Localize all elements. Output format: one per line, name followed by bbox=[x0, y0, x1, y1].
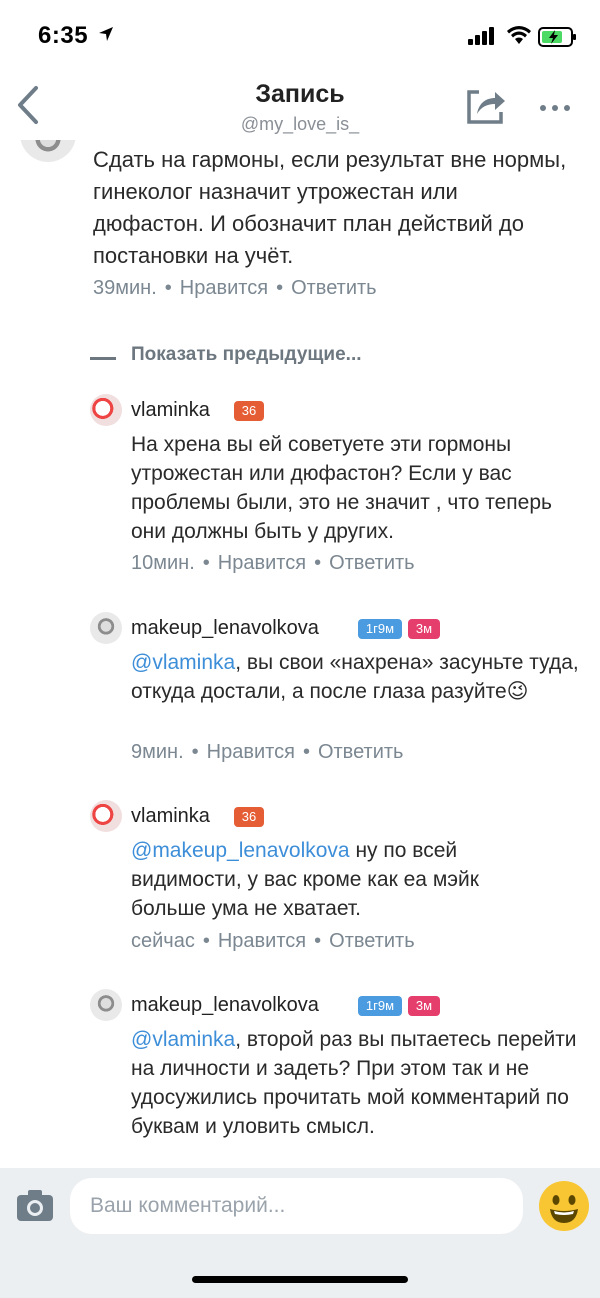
age-badge: 1г9м bbox=[358, 996, 402, 1016]
reply-button[interactable]: Ответить bbox=[329, 930, 415, 952]
nav-bar: Запись @my_love_is_ bbox=[0, 70, 600, 140]
comments-feed[interactable]: Сдать на гармоны, если результат вне нор… bbox=[0, 140, 600, 1168]
like-button[interactable]: Нравится bbox=[207, 741, 295, 763]
like-button[interactable]: Нравится bbox=[218, 552, 306, 574]
comment-text: @vlaminka, вы свои «нахрена» засуньте ту… bbox=[131, 651, 579, 703]
comment-time: 39мин. bbox=[93, 277, 157, 299]
share-icon bbox=[467, 90, 505, 124]
age-badge: 1г9м bbox=[358, 619, 402, 639]
reply-button[interactable]: Ответить bbox=[318, 741, 404, 763]
more-icon bbox=[540, 105, 546, 111]
camera-icon bbox=[17, 1190, 53, 1221]
avatar[interactable] bbox=[90, 394, 122, 426]
avatar[interactable] bbox=[20, 140, 76, 162]
camera-button[interactable] bbox=[16, 1188, 54, 1222]
show-previous-button[interactable]: Показать предыдущие... bbox=[131, 344, 362, 366]
mention-link[interactable]: @vlaminka bbox=[131, 651, 235, 674]
reply-button[interactable]: Ответить bbox=[329, 552, 415, 574]
comment-text: @vlaminka, второй раз вы пытаетесь перей… bbox=[131, 1028, 577, 1138]
share-button[interactable] bbox=[463, 84, 507, 128]
status-time: 6:35 bbox=[38, 22, 89, 49]
home-indicator[interactable] bbox=[192, 1276, 408, 1283]
avatar[interactable] bbox=[90, 612, 122, 644]
rating-badge: 36 bbox=[234, 807, 264, 827]
mention-link[interactable]: @vlaminka bbox=[131, 1028, 235, 1051]
show-previous-dash bbox=[90, 357, 116, 360]
comment-meta: 10мин. • Нравится • Ответить bbox=[131, 552, 415, 574]
more-button[interactable] bbox=[540, 98, 580, 112]
comment-text: На хрена вы ей советуете эти гормоны утр… bbox=[131, 433, 552, 543]
comment-text: @makeup_lenavolkova ну по всей видимости… bbox=[131, 839, 479, 920]
signal-icon bbox=[468, 27, 494, 45]
page-title: Запись bbox=[255, 80, 345, 108]
comment-meta: 9мин. • Нравится • Ответить bbox=[131, 741, 404, 763]
comment-compose-bar bbox=[0, 1168, 600, 1298]
location-arrow-icon bbox=[99, 27, 113, 41]
comment-meta: сейчас • Нравится • Ответить bbox=[131, 930, 415, 952]
like-button[interactable]: Нравится bbox=[218, 930, 306, 952]
mention-link[interactable]: @makeup_lenavolkova bbox=[131, 839, 350, 862]
comment-time: 9мин. bbox=[131, 741, 184, 763]
comment-username[interactable]: vlaminka bbox=[131, 805, 210, 828]
emoji-icon bbox=[539, 1181, 589, 1231]
status-badge: 3м bbox=[408, 619, 440, 639]
status-bar: 6:35 bbox=[0, 0, 600, 70]
page-subtitle[interactable]: @my_love_is_ bbox=[0, 114, 600, 135]
reply-button[interactable]: Ответить bbox=[291, 277, 377, 299]
comment-text: Сдать на гармоны, если результат вне нор… bbox=[93, 147, 567, 268]
like-button[interactable]: Нравится bbox=[180, 277, 268, 299]
rating-badge: 36 bbox=[234, 401, 264, 421]
comment-input[interactable] bbox=[70, 1178, 523, 1234]
comment-username[interactable]: makeup_lenavolkova bbox=[131, 994, 319, 1017]
emoji-button[interactable] bbox=[538, 1180, 590, 1232]
status-badge: 3м bbox=[408, 996, 440, 1016]
avatar[interactable] bbox=[90, 989, 122, 1021]
avatar[interactable] bbox=[90, 800, 122, 832]
comment-username[interactable]: vlaminka bbox=[131, 399, 210, 422]
comment-time: сейчас bbox=[131, 930, 195, 952]
comment-username[interactable]: makeup_lenavolkova bbox=[131, 617, 319, 640]
wifi-icon bbox=[507, 26, 531, 44]
battery-icon bbox=[538, 27, 576, 47]
comment-time: 10мин. bbox=[131, 552, 195, 574]
comment-meta: 39мин. • Нравится • Ответить bbox=[93, 277, 377, 299]
